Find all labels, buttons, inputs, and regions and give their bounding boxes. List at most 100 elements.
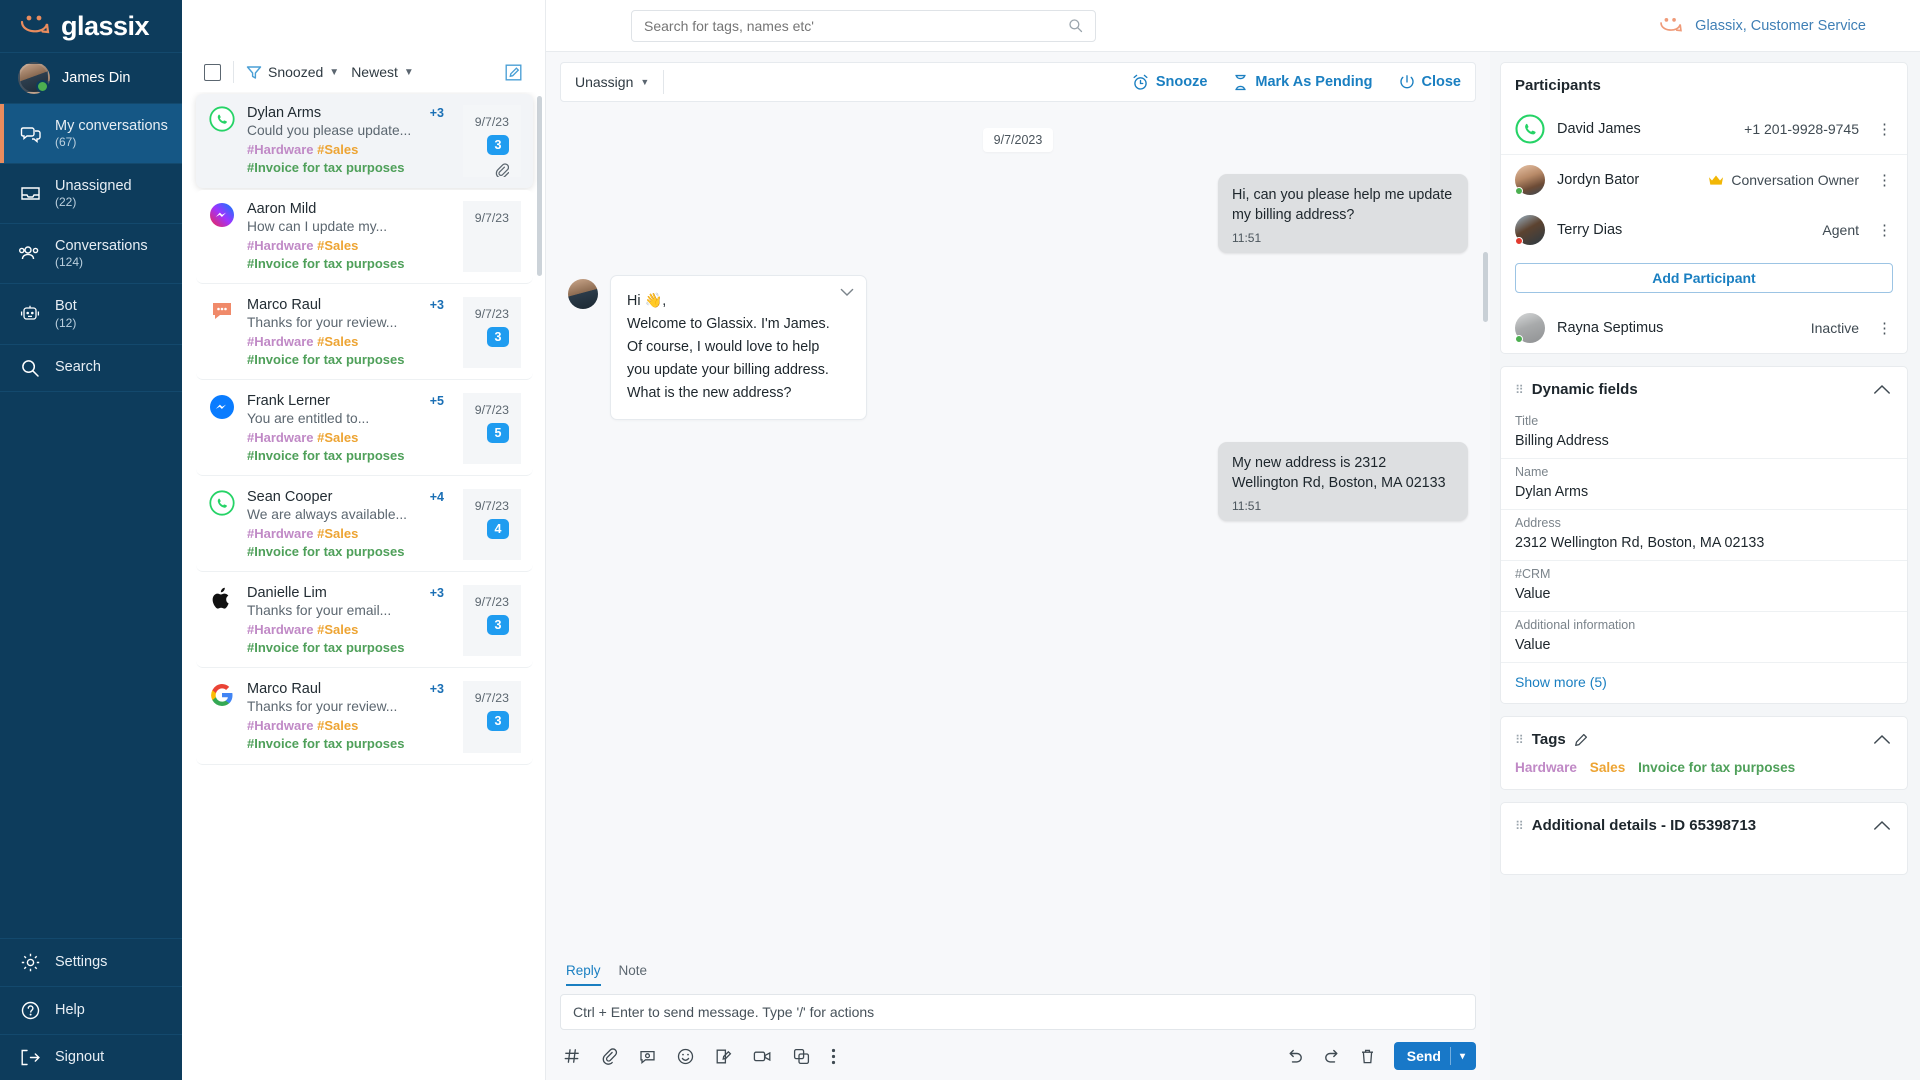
send-options-caret[interactable]: ▾ [1460,1051,1476,1062]
participant-menu-icon[interactable]: ⋮ [1871,171,1893,189]
conversation-tags: #Hardware #Sales #Invoice for tax purpos… [247,525,452,560]
field-value[interactable]: Dylan Arms [1515,484,1893,500]
conversation-name: Dylan Arms [247,105,322,121]
field-value[interactable]: 2312 Wellington Rd, Boston, MA 02133 [1515,535,1893,551]
drag-handle-icon[interactable]: ⠿ [1515,734,1524,746]
hourglass-icon [1233,74,1248,91]
participant-name: David James [1557,121,1641,137]
brand-logo[interactable]: glassix [0,0,182,52]
sidebar-item-conversations[interactable]: Conversations (124) [0,224,182,285]
tab-reply[interactable]: Reply [566,963,601,986]
field-value[interactable]: Billing Address [1515,433,1893,449]
conversation-list[interactable]: Dylan Arms +3 Could you please update...… [182,92,545,1080]
conversation-snippet: You are entitled to... [247,411,370,427]
pencil-icon[interactable] [1574,733,1588,747]
participant-menu-icon[interactable]: ⋮ [1871,319,1893,337]
send-button[interactable]: Send ▾ [1393,1042,1476,1070]
sidebar-item-search[interactable]: Search [0,345,182,392]
sidebar-item-signout[interactable]: Signout [0,1034,182,1080]
video-icon[interactable] [753,1049,772,1064]
undo-icon[interactable] [1286,1049,1304,1063]
conversation-item[interactable]: Danielle Lim +3 Thanks for your email...… [196,574,533,669]
add-participant-button[interactable]: Add Participant [1515,263,1893,293]
chevron-up-icon[interactable] [1873,384,1891,395]
participant-menu-icon[interactable]: ⋮ [1871,221,1893,239]
conversation-tags: #Hardware #Sales #Invoice for tax purpos… [247,429,452,464]
trash-icon[interactable] [1360,1048,1375,1065]
close-conversation-button[interactable]: Close [1399,74,1461,90]
apple-icon [208,585,236,613]
conversation-meta: 9/7/23 4 [463,489,521,561]
tag-sales: #Sales [317,334,359,350]
chevron-up-icon[interactable] [1873,820,1891,831]
tag-sales[interactable]: Sales [1590,760,1626,775]
field-label: Title [1515,414,1539,428]
participant-row[interactable]: Terry Dias Agent ⋮ [1501,205,1907,255]
whatsapp-icon [208,105,236,133]
filter-snoozed-dropdown[interactable]: Snoozed ▼ [246,64,339,80]
message-list[interactable]: 9/7/2023 Hi, can you please help me upda… [546,102,1490,957]
sidebar-item-unassigned[interactable]: Unassigned (22) [0,164,182,225]
participant-role: Conversation Owner [1731,172,1859,188]
conversation-meta: 9/7/23 3 [463,297,521,369]
more-icon[interactable] [831,1048,836,1065]
conversation-item[interactable]: Sean Cooper +4 We are always available..… [196,478,533,573]
dynamic-fields-card: ⠿ Dynamic fields Title Billing Address N… [1500,366,1908,704]
participant-row[interactable]: Rayna Septimus Inactive ⋮ [1501,303,1907,353]
drag-handle-icon[interactable]: ⠿ [1515,820,1524,832]
sidebar-item-count: (12) [55,315,77,330]
sort-dropdown[interactable]: Newest ▼ [351,64,414,80]
conversation-item[interactable]: Frank Lerner +5 You are entitled to... #… [196,382,533,477]
emoji-icon[interactable] [677,1048,694,1065]
participant-row[interactable]: David James +1 201-9928-9745 ⋮ [1501,104,1907,154]
participant-menu-icon[interactable]: ⋮ [1871,120,1893,138]
conversation-item[interactable]: Aaron Mild How can I update my... #Hardw… [196,190,533,285]
tag-hardware[interactable]: Hardware [1515,760,1577,775]
hashtag-icon[interactable] [564,1048,580,1064]
list-scrollbar[interactable] [537,96,542,276]
conversation-plus-count: +5 [429,394,444,409]
sidebar-item-my-conversations[interactable]: My conversations (67) [0,104,182,165]
details-panel[interactable]: Participants David James +1 201-9928-974… [1490,0,1920,1080]
select-all-checkbox[interactable] [204,63,221,81]
participant-meta: Inactive [1811,320,1859,336]
search-box[interactable] [631,9,1096,42]
paperclip-icon[interactable] [601,1047,618,1065]
chevron-up-icon[interactable] [1873,734,1891,745]
compose-icon[interactable] [504,63,523,82]
conversation-body: Danielle Lim +3 Thanks for your email...… [247,585,452,656]
mark-as-pending-button[interactable]: Mark As Pending [1233,74,1373,91]
sidebar-user[interactable]: James Din [0,52,182,104]
conversation-plus-count: +3 [429,682,444,697]
tag-invoice[interactable]: Invoice for tax purposes [1638,760,1795,775]
unread-badge: 3 [487,327,509,348]
canned-response-icon[interactable] [639,1048,656,1065]
tab-note[interactable]: Note [619,963,648,986]
sidebar-item-help[interactable]: Help [0,986,182,1034]
field-value[interactable]: Value [1515,586,1893,602]
sidebar-item-bot[interactable]: Bot (12) [0,284,182,345]
sidebar-item-settings[interactable]: Settings [0,938,182,986]
tag-invoice: #Invoice for tax purposes [247,447,405,463]
chat-scrollbar[interactable] [1483,252,1488,322]
avatar [18,62,50,94]
chevron-down-icon[interactable] [840,288,854,297]
field-value[interactable]: Value [1515,637,1893,653]
search-input[interactable] [644,17,1068,34]
redo-icon[interactable] [1323,1049,1341,1063]
drag-handle-icon[interactable]: ⠿ [1515,384,1524,396]
conversation-item[interactable]: Marco Raul +3 Thanks for your review... … [196,670,533,765]
conversation-body: Marco Raul +3 Thanks for your review... … [247,681,452,752]
conversation-item[interactable]: Marco Raul +3 Thanks for your review... … [196,286,533,381]
template-icon[interactable] [793,1048,810,1065]
conversation-date: 9/7/23 [474,499,509,514]
snooze-button[interactable]: Snooze [1132,74,1207,91]
participant-row[interactable]: Jordyn Bator Conversation Owner ⋮ [1501,154,1907,205]
unassign-dropdown[interactable]: Unassign ▼ [575,74,649,90]
message-input-wrap[interactable]: Ctrl + Enter to send message. Type '/' f… [560,994,1476,1030]
show-more-link[interactable]: Show more (5) [1501,663,1907,703]
signature-icon[interactable] [715,1048,732,1065]
conversation-item[interactable]: Dylan Arms +3 Could you please update...… [196,94,533,188]
account-chip[interactable]: Glassix, Customer Service [1658,16,1866,36]
message-composer: Reply Note Ctrl + Enter to send message.… [560,957,1476,1070]
